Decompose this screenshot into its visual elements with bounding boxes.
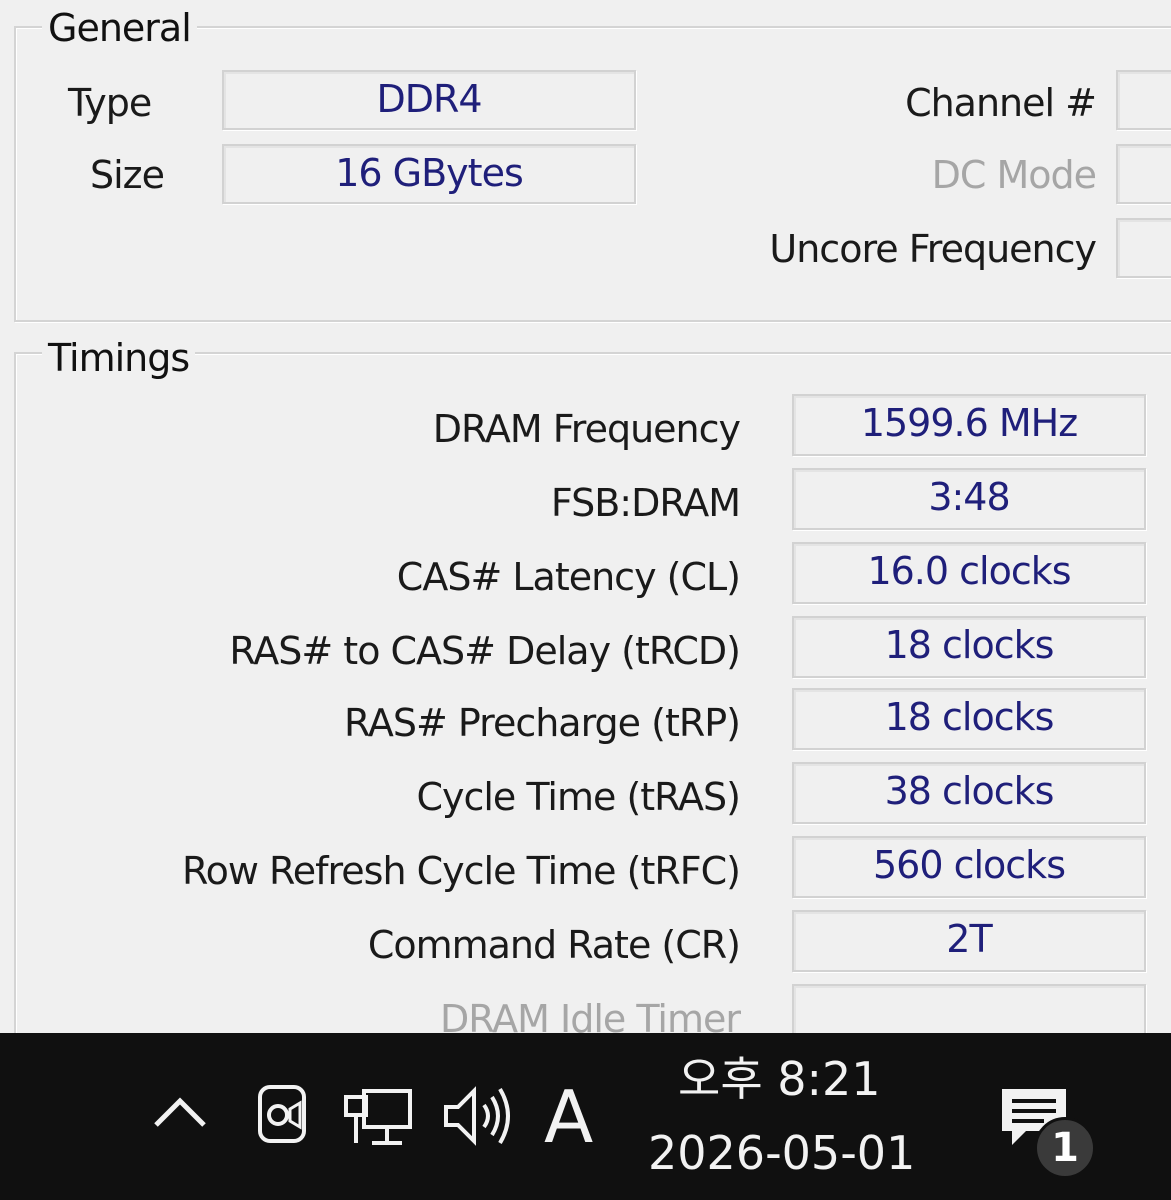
fsb-dram-label: FSB:DRAM [550,481,741,525]
command-rate-value: 2T [792,910,1146,972]
timings-legend: Timings [42,336,196,380]
type-label: Type [68,81,152,125]
dc-mode-value [1116,144,1171,204]
size-label: Size [90,153,165,197]
taskbar: A 오후 8:21 2026-05-01 1 [0,1033,1171,1200]
command-rate-label: Command Rate (CR) [367,923,741,967]
general-legend: General [42,6,197,50]
network-icon[interactable] [342,1085,414,1151]
clock-time[interactable]: 오후 8:21 [678,1051,881,1107]
input-method-indicator[interactable]: A [544,1077,593,1157]
dram-idle-timer-value [792,984,1146,1033]
cas-latency-label: CAS# Latency (CL) [396,555,741,599]
tras-label: Cycle Time (tRAS) [416,775,741,819]
trcd-value: 18 clocks [792,616,1146,678]
trfc-label: Row Refresh Cycle Time (tRFC) [181,849,741,893]
dram-idle-timer-label: DRAM Idle Timer [440,997,741,1033]
dram-frequency-value: 1599.6 MHz [792,394,1146,456]
channel-value [1116,70,1171,130]
type-value: DDR4 [222,70,636,130]
channel-label: Channel # [905,81,1097,125]
cas-latency-value: 16.0 clocks [792,542,1146,604]
chevron-up-icon[interactable] [150,1091,210,1131]
cpuz-memory-tab: General Type DDR4 Size 16 GBytes Channel… [0,0,1171,1033]
trp-value: 18 clocks [792,688,1146,750]
dram-frequency-label: DRAM Frequency [432,407,741,451]
uncore-frequency-label: Uncore Frequency [769,227,1097,271]
volume-icon[interactable] [440,1083,516,1149]
dc-mode-label: DC Mode [931,153,1097,197]
trfc-value: 560 clocks [792,836,1146,898]
size-value: 16 GBytes [222,144,636,204]
trp-label: RAS# Precharge (tRP) [344,701,741,745]
clock-date[interactable]: 2026-05-01 [648,1125,915,1181]
tras-value: 38 clocks [792,762,1146,824]
trcd-label: RAS# to CAS# Delay (tRCD) [229,629,741,673]
fsb-dram-value: 3:48 [792,468,1146,530]
uncore-frequency-value [1116,218,1171,278]
notification-count-badge: 1 [1034,1117,1096,1179]
camera-icon[interactable] [254,1081,310,1147]
